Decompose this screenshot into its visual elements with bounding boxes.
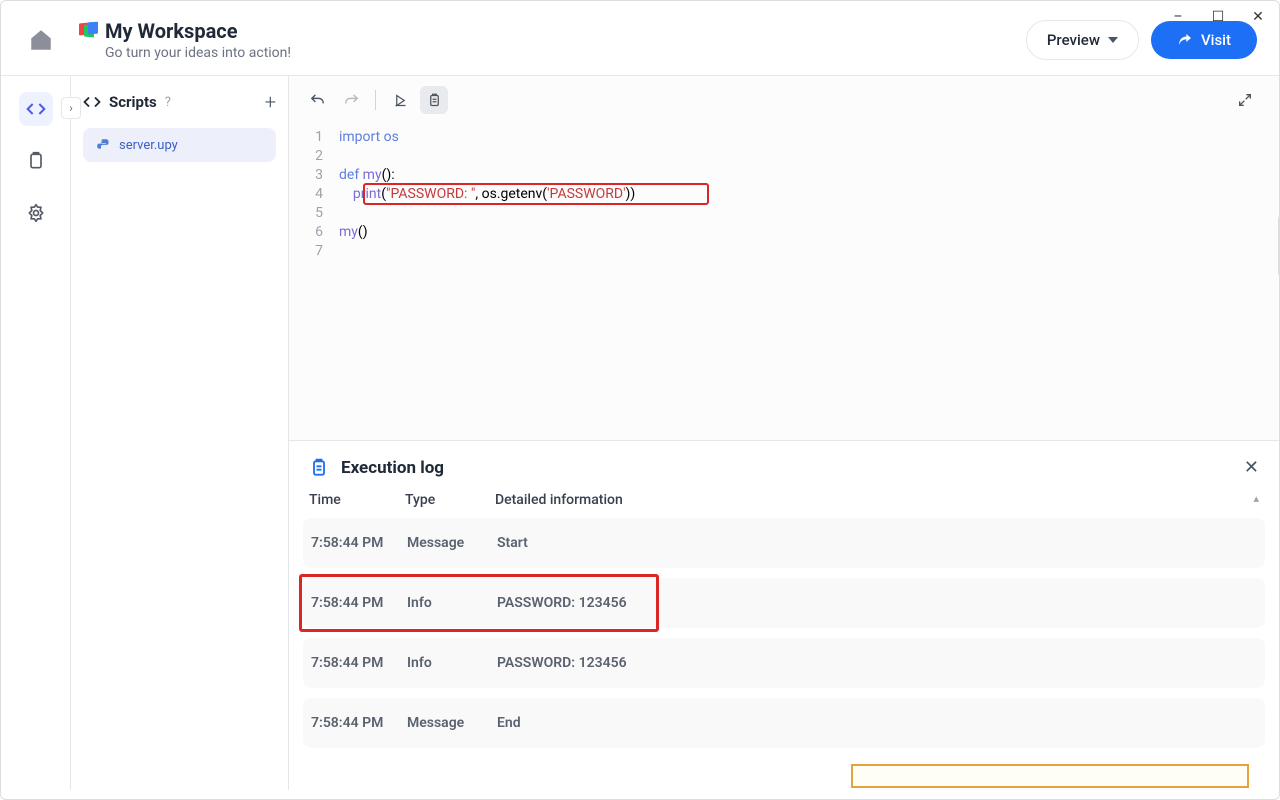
script-file-item[interactable]: server.upy [83,128,276,162]
undo-button[interactable] [303,86,331,114]
preview-label: Preview [1047,31,1100,49]
log-table-header: Time Type Detailed information ▴ [289,492,1279,518]
run-button[interactable] [386,86,414,114]
minimize-icon[interactable]: – [1163,5,1193,29]
scripts-title: Scripts [109,93,157,111]
add-script-button[interactable]: + [265,90,276,114]
rail-collapse-toggle[interactable]: › [61,97,81,119]
chevron-down-icon [1108,37,1118,43]
visit-label: Visit [1201,31,1231,49]
logs-button[interactable] [420,86,448,114]
workspace-subtitle: Go turn your ideas into action! [105,45,1026,61]
toolbar-separator [375,90,376,110]
home-button[interactable] [23,27,59,53]
log-row: 7:58:44 PM Info PASSWORD: 123456 [303,578,1265,628]
code-lines: import os def my(): print("PASSWORD: ", … [339,128,1279,440]
log-row: 7:58:44 PM Message End [303,698,1265,748]
rail-code-button[interactable] [19,92,53,126]
line-gutter: 1234567 [289,128,339,440]
app-header: My Workspace Go turn your ideas into act… [1,1,1279,76]
execution-log-title: Execution log [341,458,444,478]
expand-button[interactable] [1231,86,1259,114]
maximize-icon[interactable]: ☐ [1203,5,1233,29]
col-time: Time [309,492,405,508]
file-name: server.upy [119,138,178,153]
workspace-title: My Workspace [105,19,238,43]
code-icon [83,93,101,111]
workspace-info: My Workspace Go turn your ideas into act… [77,19,1026,61]
share-arrow-icon [1177,32,1193,48]
redo-button[interactable] [337,86,365,114]
annotation-box [851,764,1249,788]
clipboard-icon [309,458,329,478]
log-row: 7:58:44 PM Info PASSWORD: 123456 [303,638,1265,688]
execution-log-panel: Execution log ✕ Time Type Detailed infor… [289,440,1279,790]
editor-toolbar [289,76,1279,124]
close-panel-button[interactable]: ✕ [1244,457,1259,478]
log-rows: 7:58:44 PM Message Start 7:58:44 PM Info… [289,518,1279,768]
scripts-panel: Scripts ? + server.upy [71,76,289,790]
preview-button[interactable]: Preview [1026,20,1139,60]
rail-settings-button[interactable] [19,196,53,230]
python-icon [95,137,111,153]
left-rail: › [1,76,71,790]
close-window-icon[interactable]: ✕ [1243,5,1273,29]
col-info: Detailed information [495,492,1239,508]
col-type: Type [405,492,495,508]
rail-clipboard-button[interactable] [19,144,53,178]
sort-icon[interactable]: ▴ [1239,492,1259,508]
help-icon[interactable]: ? [165,95,171,110]
window-controls: – ☐ ✕ [1163,5,1273,29]
log-row: 7:58:44 PM Message Start [303,518,1265,568]
workspace-icon [77,21,97,41]
editor-pane: 1234567 import os def my(): print("PASSW… [289,76,1279,790]
code-editor[interactable]: 1234567 import os def my(): print("PASSW… [289,124,1279,440]
